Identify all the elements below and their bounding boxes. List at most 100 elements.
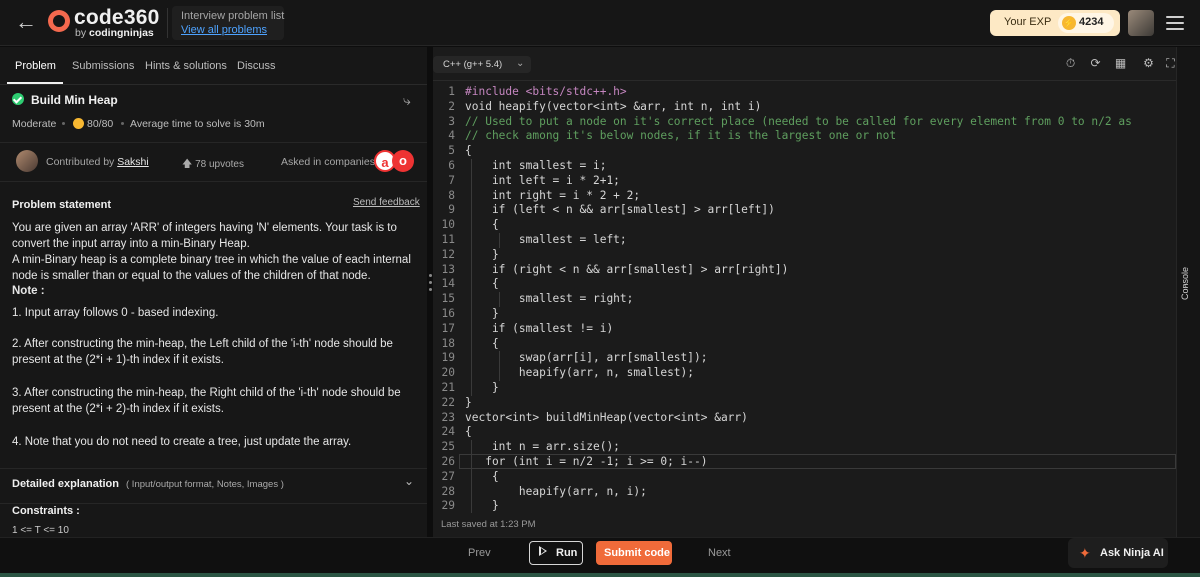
upvotes-count: 78 upvotes <box>195 159 244 170</box>
contributor-avatar <box>16 150 38 172</box>
note-item: 4. Note that you do not need to create a… <box>12 436 352 448</box>
run-label[interactable]: Run <box>556 547 577 559</box>
lightning-coin-icon: ⚡ <box>1062 16 1076 30</box>
code-line[interactable]: void heapify(vector<int> &arr, int n, in… <box>465 100 761 113</box>
company-logo-icon: o <box>392 150 414 172</box>
timer-icon[interactable]: ⏱ <box>1063 56 1078 71</box>
contributed-by-label: Contributed by Sakshi <box>46 156 149 168</box>
ask-ninja-ai-label[interactable]: Ask Ninja AI <box>1100 547 1164 559</box>
contributed-by-text: Contributed by <box>46 156 115 168</box>
code-line[interactable]: // check among it's below nodes, if it i… <box>465 129 896 142</box>
code-line[interactable]: int left = i * 2+1; <box>465 174 620 187</box>
submit-code-label[interactable]: Submit code <box>604 547 670 559</box>
detailed-explanation-subtitle: ( Input/output format, Notes, Images ) <box>126 479 284 490</box>
code-line[interactable]: // Used to put a node on it's correct pl… <box>465 115 1132 128</box>
line-number: 29 <box>441 499 455 513</box>
line-number: 14 <box>441 277 455 291</box>
line-number: 9 <box>448 203 455 217</box>
next-button[interactable]: Next <box>708 547 731 559</box>
problem-title: Build Min Heap <box>31 93 118 107</box>
indent-guide <box>471 440 472 513</box>
code-line[interactable]: int n = arr.size(); <box>465 440 620 453</box>
view-all-problems-link[interactable]: View all problems <box>181 24 267 36</box>
exp-label: Your EXP <box>1004 16 1052 28</box>
constraints-heading: Constraints : <box>12 505 80 517</box>
line-number: 5 <box>448 144 455 158</box>
company-logos[interactable]: a o <box>374 150 418 172</box>
solved-check-icon <box>12 93 24 105</box>
code-line[interactable]: if (smallest != i) <box>465 322 613 335</box>
arrow-left-icon[interactable]: ← <box>14 10 38 34</box>
line-number: 15 <box>441 292 455 306</box>
line-number: 7 <box>448 173 455 187</box>
line-number: 2 <box>448 99 455 113</box>
score-coin-icon <box>73 118 84 129</box>
share-icon[interactable]: ⤷ <box>403 92 411 109</box>
code-line[interactable]: int smallest = i; <box>465 159 607 172</box>
code-line[interactable]: #include <bits/stdc++.h> <box>465 85 627 98</box>
refresh-icon[interactable]: ⟳ <box>1088 56 1103 71</box>
breadcrumb-title: Interview problem list <box>181 10 285 22</box>
ninja-ai-icon: ✦ <box>1079 545 1091 561</box>
exp-value: 4234 <box>1079 16 1104 28</box>
constraints-line: 1 <= T <= 10 <box>12 525 69 536</box>
code-line[interactable]: { <box>465 144 472 157</box>
tab-problem[interactable]: Problem <box>15 60 56 72</box>
code-line[interactable]: smallest = left; <box>465 233 627 246</box>
code-line[interactable]: if (left < n && arr[smallest] > arr[left… <box>465 203 775 216</box>
language-label: C++ (g++ 5.4) <box>443 59 503 70</box>
line-number: 22 <box>441 395 455 409</box>
code-editor-panel: C++ (g++ 5.4) ⌄ ⏱ ⟳ ▦ ⚙ ⛶ 1 #include <bit… <box>433 47 1176 537</box>
tab-discuss[interactable]: Discuss <box>237 60 276 72</box>
indent-guide <box>471 159 472 396</box>
prev-button[interactable]: Prev <box>468 547 491 559</box>
play-icon <box>539 546 547 556</box>
statement-paragraph: You are given an array 'ARR' of integers… <box>12 222 397 250</box>
chevron-down-icon[interactable]: ⌄ <box>404 474 414 488</box>
indent-guide <box>499 292 500 307</box>
line-number: 23 <box>441 410 455 424</box>
problem-panel: Problem Submissions Hints & solutions Di… <box>0 47 427 537</box>
note-item: 3. After constructing the min-heap, the … <box>12 387 401 415</box>
code360-logo-icon[interactable] <box>48 10 70 32</box>
upvote-arrow-icon: 🡅 <box>182 159 193 170</box>
asked-in-companies-label: Asked in companies <box>281 156 375 168</box>
indent-guide <box>499 351 500 381</box>
logo-brand: codingninjas <box>89 27 154 39</box>
code-line[interactable]: } <box>465 396 472 409</box>
code-line[interactable]: heapify(arr, n, i); <box>465 485 647 498</box>
code-line[interactable]: smallest = right; <box>465 292 634 305</box>
layout-icon[interactable]: ▦ <box>1113 56 1128 71</box>
code-line[interactable]: { <box>465 425 472 438</box>
average-time: Average time to solve is 30m <box>130 118 265 130</box>
divider <box>167 8 168 38</box>
active-tab-indicator <box>7 82 63 84</box>
tab-submissions[interactable]: Submissions <box>72 60 134 72</box>
hamburger-menu-icon[interactable] <box>1164 12 1186 34</box>
line-number: 26 <box>441 455 455 468</box>
code-line[interactable]: swap(arr[i], arr[smallest]); <box>465 351 708 364</box>
contributor-link[interactable]: Sakshi <box>117 156 149 168</box>
indent-guide <box>499 233 500 248</box>
line-number: 12 <box>441 247 455 261</box>
gear-icon[interactable]: ⚙ <box>1141 56 1156 71</box>
line-number: 28 <box>441 484 455 498</box>
line-number: 19 <box>441 351 455 365</box>
line-number: 3 <box>448 114 455 128</box>
line-number: 6 <box>448 159 455 172</box>
window-bottom-strip <box>0 573 1200 577</box>
last-saved-text: Last saved at 1:23 PM <box>441 519 536 530</box>
code-line[interactable]: vector<int> buildMinHeap(vector<int> &ar… <box>465 411 748 424</box>
tab-hints-solutions[interactable]: Hints & solutions <box>145 60 227 72</box>
line-number: 13 <box>441 262 455 276</box>
code-area[interactable]: 1 #include <bits/stdc++.h> 2 void heapify(v… <box>433 83 1176 513</box>
logo-by: by <box>75 27 87 39</box>
current-line-highlight <box>459 454 1176 469</box>
code-line[interactable]: if (right < n && arr[smallest] > arr[rig… <box>465 263 788 276</box>
upvotes[interactable]: 🡅 78 upvotes <box>182 157 244 174</box>
code-line[interactable]: int right = i * 2 + 2; <box>465 189 640 202</box>
logo-subtitle: by codingninjas <box>75 27 154 39</box>
user-avatar[interactable] <box>1128 10 1154 36</box>
console-label[interactable]: Console <box>1180 260 1190 300</box>
send-feedback-link[interactable]: Send feedback <box>353 197 420 208</box>
